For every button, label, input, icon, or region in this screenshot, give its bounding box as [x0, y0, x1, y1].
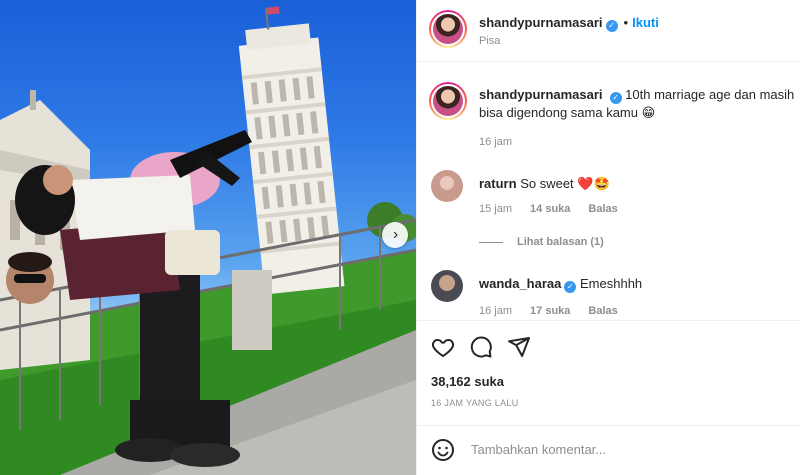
likes-count[interactable]: 38,162 suka	[431, 374, 504, 389]
comment-composer	[417, 425, 800, 475]
paper-plane-icon[interactable]	[507, 335, 531, 359]
chevron-right-icon: ›	[392, 226, 399, 243]
comment-body: raturn So sweet ❤️🤩	[479, 176, 610, 192]
post-side-panel: shandypurnamasari ✓ • Ikuti Pisa shandypurn…	[416, 0, 800, 475]
verified-badge-icon: ✓	[609, 92, 622, 104]
comment-icon[interactable]	[469, 335, 493, 359]
pisa-photo-illustration	[0, 6, 416, 475]
author-avatar[interactable]	[429, 10, 467, 48]
comment-like-count[interactable]: 17 suka	[530, 305, 570, 317]
comment-meta: 15 jam 14 suka Balas	[479, 203, 636, 215]
verified-badge-icon: ✓	[605, 20, 618, 32]
smiley-icon[interactable]	[431, 438, 455, 462]
caption-meta: 16 jam	[479, 136, 512, 148]
separator-dot: •	[623, 15, 629, 30]
post-actions: 38,162 suka 16 JAM YANG LALU	[417, 320, 800, 432]
caption-author-avatar[interactable]	[429, 82, 467, 120]
post-header: shandypurnamasari ✓ • Ikuti Pisa	[417, 0, 800, 62]
post-timestamp[interactable]: 16 JAM YANG LALU	[431, 398, 519, 408]
view-replies-label: Lihat balasan (1)	[517, 236, 604, 248]
author-line: shandypurnamasari ✓ • Ikuti	[479, 14, 659, 32]
heart-icon[interactable]	[431, 335, 455, 359]
commenter-username[interactable]: raturn	[479, 176, 517, 191]
carousel-next-button[interactable]: ›	[382, 222, 408, 248]
comment-text: So sweet ❤️🤩	[520, 176, 610, 191]
comment-body: wanda_haraa ✓ Emeshhhh	[479, 276, 642, 293]
comments-list[interactable]: shandypurnamasari ✓ 10th marriage age dan…	[417, 62, 800, 320]
author-username[interactable]: shandypurnamasari	[479, 15, 603, 30]
follow-button[interactable]: Ikuti	[632, 15, 659, 30]
reply-button[interactable]: Balas	[588, 305, 617, 317]
replies-divider-line	[479, 241, 503, 243]
caption-timestamp[interactable]: 16 jam	[479, 136, 512, 148]
comment-like-count[interactable]: 14 suka	[530, 203, 570, 215]
comment-timestamp[interactable]: 16 jam	[479, 305, 512, 317]
view-replies-button[interactable]: Lihat balasan (1)	[479, 236, 604, 248]
post-photo[interactable]: ›	[0, 0, 416, 475]
commenter-avatar[interactable]	[431, 170, 463, 202]
caption-text-block: shandypurnamasari ✓ 10th marriage age dan…	[479, 86, 800, 122]
post-location[interactable]: Pisa	[479, 35, 500, 47]
caption-author-username[interactable]: shandypurnamasari	[479, 87, 603, 102]
comment-meta: 16 jam 17 suka Balas	[479, 305, 636, 317]
commenter-username[interactable]: wanda_haraa	[479, 276, 561, 291]
reply-button[interactable]: Balas	[588, 203, 617, 215]
comment-timestamp[interactable]: 15 jam	[479, 203, 512, 215]
comment-input[interactable]	[471, 436, 781, 462]
comment-text: Emeshhhh	[580, 276, 643, 291]
verified-badge-icon: ✓	[564, 281, 577, 293]
commenter-avatar[interactable]	[431, 270, 463, 302]
